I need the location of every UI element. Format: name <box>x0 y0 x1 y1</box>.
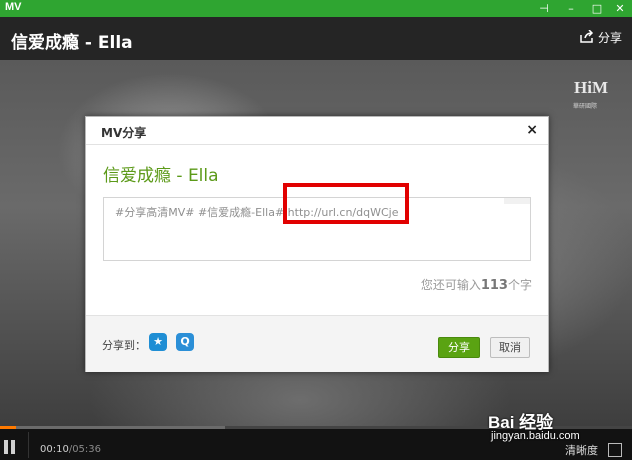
top-app-bar: MV ⊣ – □ ✕ <box>0 0 632 17</box>
quality-button[interactable]: 清晰度 <box>565 442 598 458</box>
pin-button[interactable]: ⊣ <box>533 0 555 17</box>
url-highlight-box <box>283 183 409 224</box>
dialog-footer: 分享到： ★ Q 分享 取消 <box>86 315 548 372</box>
channel-logo: HiM <box>574 78 608 97</box>
title-bar: 信爱成瘾 - Ella 分享 <box>0 17 632 60</box>
dialog-song-title: 信爱成瘾 - Ella <box>103 166 219 186</box>
share-label: 分享 <box>597 31 622 45</box>
baidu-url: jingyan.baidu.com <box>491 430 580 442</box>
qzone-icon[interactable]: ★ <box>149 333 167 351</box>
char-remaining: 您还可输入113个字 <box>420 278 532 293</box>
tencent-weibo-icon[interactable]: Q <box>176 333 194 351</box>
mv-title: 信爱成瘾 - Ella <box>11 33 133 53</box>
time-display: 00:10/05:36 <box>40 444 101 455</box>
share-dialog: MV分享 × 信爱成瘾 - Ella #分享高清MV# #信爱成瘾-Ella# … <box>85 116 549 372</box>
total-time: /05:36 <box>68 444 102 455</box>
textarea-scrollbar[interactable] <box>504 198 530 204</box>
close-window-button[interactable]: ✕ <box>609 0 631 17</box>
fullscreen-icon[interactable] <box>608 443 622 457</box>
dialog-header: MV分享 × <box>86 117 548 145</box>
pause-icon[interactable] <box>3 440 17 454</box>
share-icon <box>580 28 594 46</box>
app-logo: MV <box>5 1 22 13</box>
dialog-title: MV分享 <box>101 126 147 140</box>
cancel-button[interactable]: 取消 <box>490 337 530 358</box>
channel-logo-sub: 華研國際 <box>573 103 598 110</box>
close-icon[interactable]: × <box>526 122 538 138</box>
current-time: 00:10 <box>40 444 69 455</box>
share-hashtags: #分享高清MV# #信爱成瘾-Ella# <box>115 206 285 219</box>
minimize-button[interactable]: – <box>560 0 582 17</box>
divider <box>28 432 29 458</box>
share-button[interactable]: 分享 <box>580 28 622 46</box>
remaining-count: 113 <box>480 278 508 293</box>
share-confirm-button[interactable]: 分享 <box>438 337 480 358</box>
maximize-button[interactable]: □ <box>586 0 608 17</box>
share-to-label: 分享到： <box>102 339 146 352</box>
